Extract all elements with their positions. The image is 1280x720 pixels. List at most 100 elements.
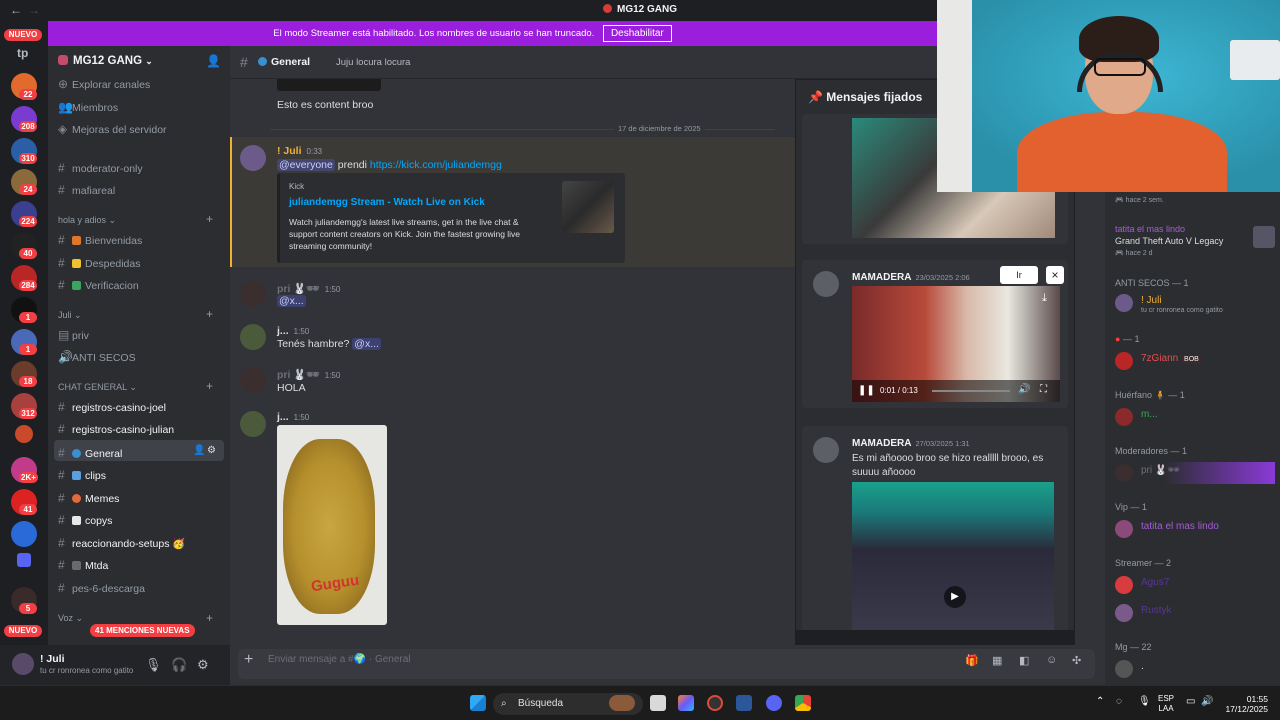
category-hola-y-adios[interactable]: hola y adios ⌄ [58,215,116,226]
image-attachment[interactable]: Guguu [277,425,387,625]
new-mentions-pill[interactable]: 41 MENCIONES NUEVAS [90,624,195,637]
pause-icon[interactable]: ❚❚ [858,385,875,396]
back-arrow-icon[interactable]: ← [10,3,22,17]
invite-icon[interactable]: 👤 [193,445,205,456]
server-boosts-link[interactable]: ◈ Mejoras del servidor [58,122,167,136]
network-icon[interactable]: ▭ [1186,696,1195,707]
member-row[interactable]: Agus7 [1115,574,1275,596]
start-windows-icon[interactable] [470,695,486,711]
member-row[interactable]: pri 🐰🕶 [1115,462,1275,484]
download-icon[interactable]: ⤓ [1042,292,1047,305]
jump-to-message-button[interactable]: Ir [1000,266,1038,284]
embed-thumbnail[interactable] [562,181,614,233]
channel-clips[interactable]: # clips [58,468,106,482]
play-icon[interactable]: ▶ [944,586,966,608]
channel-mafiareal[interactable]: # mafiareal [58,183,115,197]
channel-memes[interactable]: # Memes [58,491,119,505]
message-author[interactable]: pri 🐰🕶 1:50 [277,282,340,295]
disable-streamer-button[interactable]: Deshabilitar [602,25,672,42]
attach-plus-icon[interactable]: + [244,651,253,669]
fullscreen-icon[interactable]: ⛶ [1040,384,1047,395]
member-row[interactable]: m... [1115,406,1275,428]
avatar[interactable] [12,653,34,675]
channel-verificacion[interactable]: # Verificacion [58,278,139,292]
add-channel-icon[interactable]: + [206,212,213,226]
member-activity-card[interactable]: tatita el mas lindo Grand Theft Auto V L… [1115,222,1275,257]
word-icon[interactable] [736,695,752,711]
chrome-icon[interactable] [795,695,811,711]
channel-pes-6-descarga[interactable]: # pes-6-descarga [58,581,145,595]
embed-title[interactable]: juliandemgg Stream - Watch Live on Kick [289,197,485,208]
channel-priv[interactable]: ▤ priv [58,328,89,342]
everyone-mention[interactable]: @everyone [277,159,335,171]
avatar[interactable] [240,281,266,307]
add-channel-icon[interactable]: + [206,611,213,625]
copilot-icon[interactable] [678,695,694,711]
category-juli[interactable]: Juli ⌄ [58,310,82,321]
video-progress[interactable] [932,390,1010,392]
gif-icon[interactable]: ▦ [992,654,1002,667]
volume-icon[interactable]: 🔊 [1018,384,1030,395]
server-tp[interactable]: tp [17,46,28,60]
channel-registros-casino-julian[interactable]: # registros-casino-julian [58,422,174,436]
keyboard-language[interactable]: ESP LAA [1158,694,1174,714]
message-author[interactable]: pri 🐰🕶 1:50 [277,368,340,381]
channel-general[interactable]: # General [58,446,122,460]
emoji-picker-icon[interactable]: ☺ [1046,654,1057,666]
channel-copys[interactable]: # copys [58,513,112,527]
gear-icon[interactable]: ⚙ [197,657,209,673]
avatar[interactable] [240,367,266,393]
pinned-author[interactable]: MAMADERA 23/03/2025 2:06 [852,272,970,283]
category-chat-general[interactable]: CHAT GENERAL ⌄ [58,382,137,393]
avatar[interactable] [813,437,839,463]
server-name-header[interactable]: MG12 GANG ⌄ [58,55,153,67]
member-row[interactable]: ! Juli tu cr ronronea como gatito [1115,292,1275,314]
message-author[interactable]: ! Juli 0:33 [277,145,322,157]
channel-moderator-only[interactable]: # moderator-only [58,161,143,175]
category-voz[interactable]: Voz ⌄ [58,613,83,624]
user-mention[interactable]: @x... [352,338,381,350]
video-player[interactable]: ❚❚ 0:01 / 0:13 🔊 ⛶ ⤓ [852,286,1060,402]
system-clock[interactable]: 01:55 17/12/2025 [1214,694,1268,714]
server-icon[interactable] [15,425,33,443]
microphone-icon[interactable]: 🎙 [145,657,162,673]
message-input[interactable]: Enviar mensaje a #🌍 · General [268,654,411,665]
channel-registros-casino-joel[interactable]: # registros-casino-joel [58,400,166,414]
add-channel-icon[interactable]: + [206,307,213,321]
channel-despedidas[interactable]: # Despedidas [58,256,140,270]
channel-mtda[interactable]: # Mtda [58,558,108,572]
avatar[interactable] [813,271,839,297]
avatar[interactable] [240,411,266,437]
tray-chevron-icon[interactable]: ⌃ [1096,696,1104,707]
tray-mic-icon[interactable]: 🎙 [1138,696,1151,707]
volume-icon[interactable]: 🔊 [1201,696,1213,707]
unpin-close-button[interactable]: × [1046,266,1064,284]
channel-bienvenidas[interactable]: # Bienvenidas [58,233,142,247]
message-author[interactable]: j... 1:50 [277,325,309,337]
sticker-icon[interactable]: ◧ [1019,654,1029,667]
pinned-author[interactable]: MAMADERA 27/03/2025 1:31 [852,438,970,449]
user-mention[interactable]: @x... [277,295,306,307]
member-row[interactable]: . [1115,658,1275,680]
task-view-icon[interactable] [650,695,666,711]
member-row[interactable]: tatita el mas lindo [1115,518,1275,540]
invite-people-icon[interactable]: 👤 [206,54,221,68]
server-icon[interactable] [11,521,37,547]
member-row[interactable]: 7zGiann BOB [1115,350,1275,372]
image-attachment[interactable] [277,79,381,91]
members-link[interactable]: 👥Miembros [58,100,118,114]
folder-icon[interactable] [17,553,31,567]
forward-arrow-icon[interactable]: → [28,3,40,17]
channel-reaccionando-setups[interactable]: # reaccionando-setups 🥳 [58,536,185,550]
gear-icon[interactable]: ⚙ [207,445,216,456]
avatar[interactable] [240,324,266,350]
channel-anti-secos[interactable]: 🔊ANTI SECOS [58,350,136,364]
tray-app-icon[interactable]: ◌ [1116,696,1122,707]
explore-channels[interactable]: ⊕ Explorar canales [58,77,150,91]
message-link[interactable]: https://kick.com/juliandemgg [370,159,502,171]
message-author[interactable]: j... 1:50 [277,411,309,423]
add-channel-icon[interactable]: + [206,379,213,393]
user-name[interactable]: ! Juli [40,653,65,665]
member-row[interactable]: Rustyk [1115,602,1275,624]
discord-icon[interactable] [766,695,782,711]
